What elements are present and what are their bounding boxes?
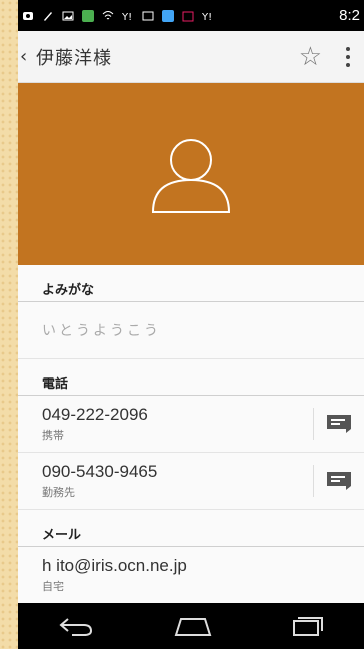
app-bar: ‹ 伊藤洋様 ☆ [18,31,364,83]
svg-text:Y!: Y! [202,12,212,22]
status-bar: Y! Y! 8:2 [18,0,364,31]
yahoo-icon: Y! [122,12,132,22]
overflow-menu-icon[interactable] [346,46,350,67]
navigation-bar [18,603,364,649]
message-icon [327,472,351,490]
calendar-icon [182,11,194,21]
phone-row[interactable]: 090-5430-9465 勤務先 [18,453,364,510]
avatar-icon [151,139,231,213]
phone-screen: Y! Y! 8:2 ‹ 伊藤洋様 ☆ よみがな いとうようこう 電話 049-2… [18,0,364,649]
recents-nav-icon[interactable] [292,615,324,637]
email-type: 自宅 [42,580,64,593]
edit-icon [44,11,52,21]
email-address: h ito@iris.ocn.ne.jp [42,556,187,575]
contact-name-title: 伊藤洋様 [36,47,112,69]
yahoo-icon-2: Y! [202,12,212,22]
mail-notice-icon [142,11,154,20]
email-row[interactable]: h ito@iris.ocn.ne.jp 自宅 [18,547,364,604]
wifi-icon [102,10,114,19]
status-time: 8:2 [339,7,360,24]
section-header-yomi: よみがな [18,265,364,302]
message-button[interactable] [313,465,364,497]
contact-photo-header [18,83,364,265]
yomi-value: いとうようこう [42,323,161,339]
svg-text:Y!: Y! [122,12,132,22]
back-nav-icon[interactable] [58,615,94,637]
yomi-row: いとうようこう [18,302,364,359]
notification-icon [23,11,33,20]
section-header-phone: 電話 [18,359,364,396]
phone-row[interactable]: 049-222-2096 携帯 [18,396,364,453]
image-icon [62,11,74,20]
back-button[interactable]: ‹ [20,46,32,67]
contact-details: よみがな いとうようこう 電話 049-222-2096 携帯 090-5430… [18,265,364,604]
app-icon [162,9,174,22]
message-button[interactable] [313,408,364,440]
home-nav-icon[interactable] [173,615,213,637]
star-icon[interactable]: ☆ [299,42,322,72]
message-icon [327,415,351,433]
section-header-mail: メール [18,510,364,547]
badge-icon [82,9,94,22]
